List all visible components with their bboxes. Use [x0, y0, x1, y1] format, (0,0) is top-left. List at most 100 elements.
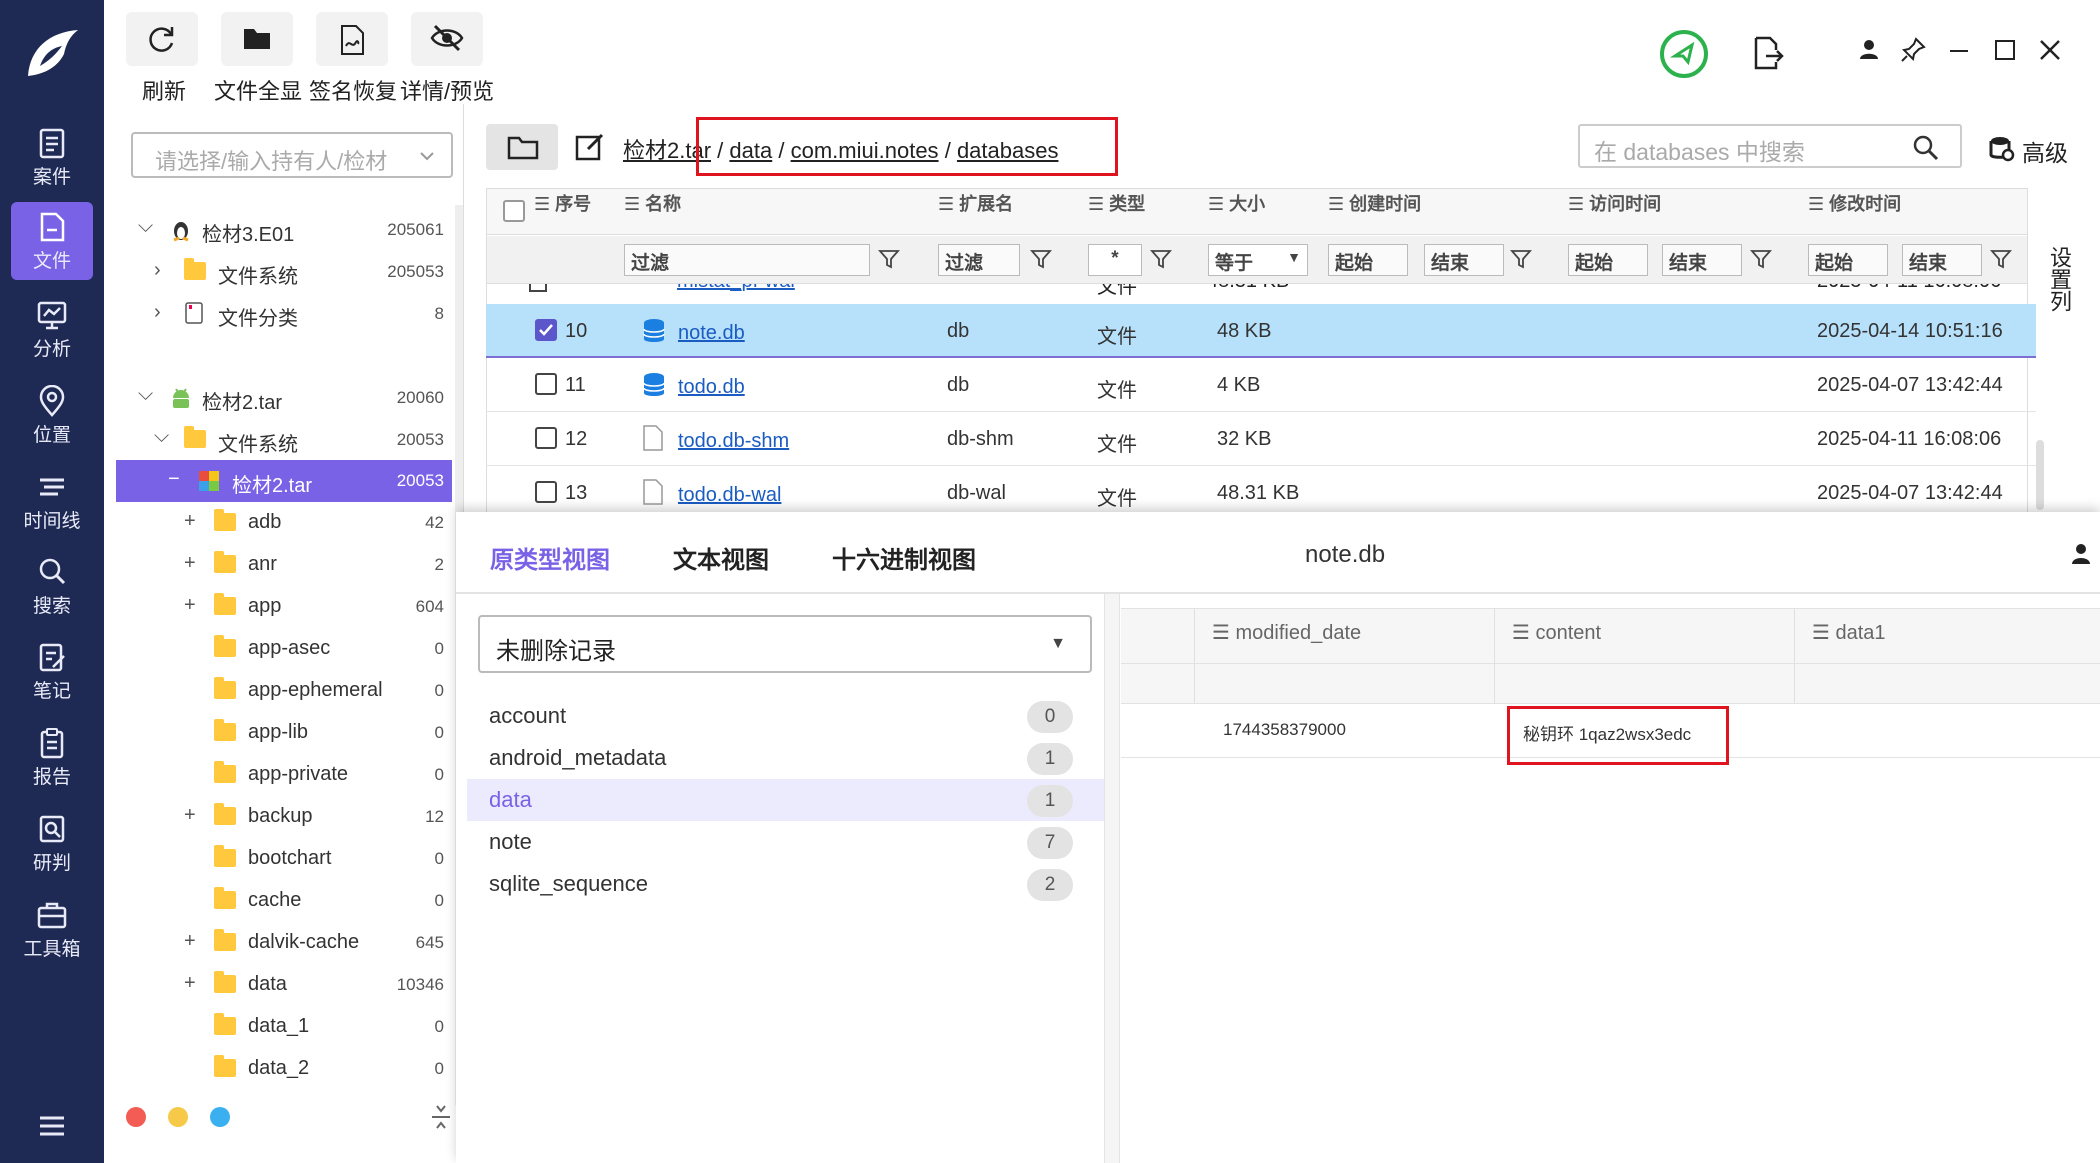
table-row[interactable]: 10 note.db db 文件 48 KB 2025-04-14 10:51:16 — [486, 304, 2036, 358]
created-start-input[interactable]: 起始 — [1328, 244, 1408, 276]
header-type[interactable]: ☰ 类型 — [1088, 190, 1145, 216]
shield-status-icon[interactable] — [1658, 28, 1710, 80]
ext-filter-input[interactable]: 过滤 — [938, 244, 1020, 276]
expand-icon[interactable]: + — [184, 972, 196, 995]
tree-item-file-category[interactable]: › 文件分类 8 — [116, 293, 452, 335]
red-dot[interactable] — [126, 1107, 146, 1127]
nav-item-case[interactable]: 案件 — [11, 118, 93, 196]
filter-icon[interactable] — [1510, 248, 1532, 270]
header-ext[interactable]: ☰ 扩展名 — [938, 190, 1013, 216]
tree-item-folder[interactable]: data_1 0 — [116, 1006, 452, 1048]
nav-item-timeline[interactable]: 时间线 — [11, 462, 93, 540]
search-input[interactable]: 在 databases 中搜索 — [1578, 124, 1962, 168]
record-filter-select[interactable]: 未删除记录 ▼ — [478, 615, 1092, 673]
tree-item-folder[interactable]: app-ephemeral 0 — [116, 670, 452, 712]
file-name-link[interactable]: note.db — [678, 322, 745, 345]
file-name-link[interactable]: todo.db-shm — [678, 430, 789, 453]
header-size[interactable]: ☰ 大小 — [1208, 190, 1265, 216]
tree-item-folder[interactable]: + app 604 — [116, 586, 452, 628]
file-name-link[interactable]: todo.db — [678, 376, 745, 399]
collapse-icon[interactable]: ⌵ — [138, 215, 153, 238]
minimize-icon[interactable] — [1944, 35, 1974, 65]
row-checkbox[interactable] — [535, 427, 557, 449]
tab-hex-view[interactable]: 十六进制视图 — [832, 540, 976, 575]
accessed-start-input[interactable]: 起始 — [1568, 244, 1648, 276]
close-icon[interactable] — [2035, 35, 2065, 65]
tab-native-view[interactable]: 原类型视图 — [490, 540, 610, 575]
tree-item-folder[interactable]: + data 10346 — [116, 964, 452, 1006]
nav-item-location[interactable]: 位置 — [11, 376, 93, 454]
nav-item-notes[interactable]: 笔记 — [11, 632, 93, 710]
collapse-icon[interactable]: ⌵ — [154, 425, 169, 448]
expand-icon[interactable]: + — [184, 804, 196, 827]
tree-item-filesystem-2[interactable]: ⌵ 文件系统 20053 — [116, 419, 452, 461]
nav-item-search[interactable]: 搜索 — [11, 547, 93, 625]
nav-item-toolbox[interactable]: 工具箱 — [11, 890, 93, 968]
menu-icon[interactable] — [38, 1115, 66, 1137]
expand-icon[interactable]: + — [184, 930, 196, 953]
expand-icon[interactable]: › — [154, 301, 161, 324]
collapse-all-icon[interactable] — [430, 1103, 452, 1131]
expand-icon[interactable]: + — [184, 510, 196, 533]
tree-item-folder[interactable]: + adb 42 — [116, 502, 452, 544]
maximize-icon[interactable] — [1990, 35, 2020, 65]
size-operator-select[interactable]: 等于 ▼ — [1208, 244, 1308, 276]
detail-preview-button[interactable] — [411, 12, 483, 66]
expand-icon[interactable]: › — [154, 259, 161, 282]
accessed-end-input[interactable]: 结束 — [1662, 244, 1742, 276]
expand-icon[interactable]: + — [184, 594, 196, 617]
tree-item-evidence2-tar[interactable]: − 检材2.tar 20053 — [116, 460, 452, 502]
blue-dot[interactable] — [210, 1107, 230, 1127]
table-row[interactable]: 12 todo.db-shm db-shm 文件 32 KB 2025-04-11 16:… — [486, 412, 2036, 466]
created-end-input[interactable]: 结束 — [1424, 244, 1504, 276]
db-table-item[interactable]: sqlite_sequence 2 — [467, 863, 1105, 905]
db-table-item[interactable]: data 1 — [467, 779, 1105, 821]
name-filter-input[interactable]: 过滤 — [624, 244, 870, 276]
filter-icon[interactable] — [1030, 248, 1052, 270]
type-filter-input[interactable]: * — [1088, 244, 1142, 276]
collapse-icon[interactable]: ⌵ — [138, 383, 153, 406]
nav-item-analysis[interactable]: 分析 — [11, 290, 93, 368]
tree-item-folder[interactable]: + dalvik-cache 645 — [116, 922, 452, 964]
nav-item-judge[interactable]: 研判 — [11, 804, 93, 882]
user-icon[interactable] — [1854, 35, 1884, 65]
grid-header-modified-date[interactable]: ☰ modified_date — [1212, 620, 1361, 645]
row-checkbox[interactable] — [535, 373, 557, 395]
signature-recover-button[interactable] — [316, 12, 388, 66]
filter-icon[interactable] — [878, 248, 900, 270]
refresh-button[interactable] — [126, 12, 198, 66]
filter-icon[interactable] — [1150, 248, 1172, 270]
modified-end-input[interactable]: 结束 — [1902, 244, 1982, 276]
table-row-partial[interactable]: mistat_pf-wal 文件 48.31 KB 2025-04-11 16:… — [487, 284, 2027, 298]
tree-item-folder[interactable]: + backup 12 — [116, 796, 452, 838]
grid-header-content[interactable]: ☰ content — [1512, 620, 1601, 645]
tree-item-folder[interactable]: app-asec 0 — [116, 628, 452, 670]
collapse-icon[interactable]: − — [168, 468, 180, 491]
filter-icon[interactable] — [1750, 248, 1772, 270]
show-all-files-button[interactable] — [221, 12, 293, 66]
file-name-link[interactable]: todo.db-wal — [678, 484, 781, 507]
nav-item-file[interactable]: 文件 — [11, 202, 93, 280]
table-row[interactable]: 11 todo.db db 文件 4 KB 2025-04-07 13:42:44 — [486, 358, 2036, 412]
table-scrollbar[interactable] — [2036, 440, 2044, 510]
export-file-icon[interactable] — [1752, 36, 1784, 70]
header-modified[interactable]: ☰ 修改时间 — [1808, 190, 1901, 216]
yellow-dot[interactable] — [168, 1107, 188, 1127]
tree-item-folder[interactable]: bootchart 0 — [116, 838, 452, 880]
tree-item-folder[interactable]: data_2 0 — [116, 1048, 452, 1090]
tree-item-folder[interactable]: cache 0 — [116, 880, 452, 922]
db-table-item[interactable]: android_metadata 1 — [467, 737, 1105, 779]
user-icon[interactable] — [2068, 540, 2094, 566]
modified-start-input[interactable]: 起始 — [1808, 244, 1888, 276]
expand-icon[interactable]: + — [184, 552, 196, 575]
select-all-checkbox[interactable] — [503, 200, 525, 222]
grid-header-data1[interactable]: ☰ data1 — [1812, 620, 1886, 645]
row-checkbox[interactable] — [535, 319, 557, 341]
tree-item-folder[interactable]: app-private 0 — [116, 754, 452, 796]
nav-item-report[interactable]: 报告 — [11, 718, 93, 796]
pin-icon[interactable] — [1898, 35, 1928, 65]
filter-icon[interactable] — [1990, 248, 2012, 270]
db-table-item[interactable]: account 0 — [467, 695, 1105, 737]
tab-text-view[interactable]: 文本视图 — [673, 540, 769, 575]
header-accessed[interactable]: ☰ 访问时间 — [1568, 190, 1661, 216]
